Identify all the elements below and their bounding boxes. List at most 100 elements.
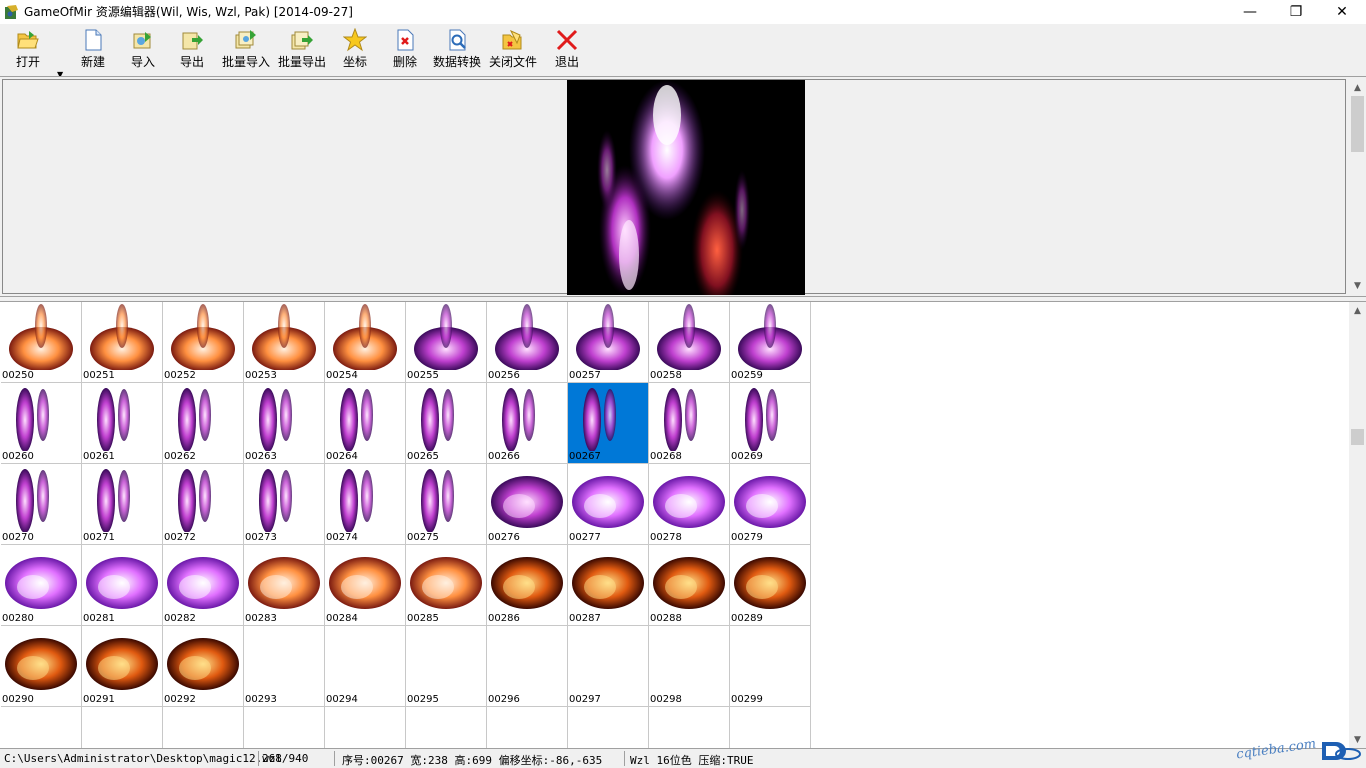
image-cell-empty[interactable]	[568, 707, 649, 748]
restore-button[interactable]: ❐	[1273, 0, 1319, 24]
image-cell[interactable]: 00253	[244, 302, 325, 383]
coordinate-button[interactable]: 坐标	[341, 28, 369, 74]
image-cell[interactable]: 00269	[730, 383, 811, 464]
exit-button[interactable]: 退出	[553, 28, 581, 74]
image-cell[interactable]: 00293	[244, 626, 325, 707]
image-thumbnail	[246, 304, 322, 371]
image-cell[interactable]: 00251	[82, 302, 163, 383]
image-cell[interactable]: 00290	[1, 626, 82, 707]
image-cell[interactable]: 00252	[163, 302, 244, 383]
image-cell[interactable]: 00279	[730, 464, 811, 545]
delete-button[interactable]: 删除	[391, 28, 419, 74]
image-cell[interactable]: 00285	[406, 545, 487, 626]
image-cell[interactable]: 00294	[325, 626, 406, 707]
image-cell[interactable]: 00274	[325, 464, 406, 545]
image-cell-index: 00284	[326, 613, 358, 624]
image-cell[interactable]: 00264	[325, 383, 406, 464]
image-cell[interactable]: 00270	[1, 464, 82, 545]
image-cell[interactable]: 00265	[406, 383, 487, 464]
image-cell[interactable]: 00256	[487, 302, 568, 383]
image-cell-empty[interactable]	[163, 707, 244, 748]
grid-scroll-up-arrow-icon[interactable]: ▲	[1349, 302, 1366, 319]
image-cell[interactable]: 00281	[82, 545, 163, 626]
image-cell[interactable]: 00284	[325, 545, 406, 626]
open-button[interactable]: 打开	[14, 28, 42, 74]
close-button[interactable]: ✕	[1319, 0, 1365, 24]
preview-canvas[interactable]	[2, 79, 1346, 295]
preview-scroll-thumb[interactable]	[1351, 96, 1364, 152]
open-button-label: 打开	[15, 55, 40, 69]
image-cell[interactable]: 00250	[1, 302, 82, 383]
export-button[interactable]: 导出	[178, 28, 206, 74]
image-cell[interactable]: 00255	[406, 302, 487, 383]
image-cell[interactable]: 00298	[649, 626, 730, 707]
image-cell[interactable]: 00266	[487, 383, 568, 464]
image-cell[interactable]: 00280	[1, 545, 82, 626]
image-thumbnail	[408, 547, 484, 613]
grid-scroll-thumb[interactable]	[1351, 429, 1364, 445]
image-cell[interactable]: 00286	[487, 545, 568, 626]
preview-vertical-scrollbar[interactable]: ▲ ▼	[1349, 79, 1366, 294]
image-cell[interactable]: 00289	[730, 545, 811, 626]
image-thumbnail	[84, 304, 160, 371]
image-thumbnail	[3, 304, 79, 371]
image-cell[interactable]: 00277	[568, 464, 649, 545]
image-cell-empty[interactable]	[82, 707, 163, 748]
grid-vertical-scrollbar[interactable]: ▲ ▼	[1349, 302, 1366, 748]
image-cell[interactable]: 00267	[568, 383, 649, 464]
image-cell[interactable]: 00258	[649, 302, 730, 383]
restore-icon: ❐	[1289, 4, 1303, 20]
close-file-button[interactable]: 关闭文件	[489, 28, 537, 74]
image-cell[interactable]: 00268	[649, 383, 730, 464]
image-cell[interactable]: 00295	[406, 626, 487, 707]
image-thumbnail	[327, 385, 403, 452]
image-cell-empty[interactable]	[487, 707, 568, 748]
image-cell[interactable]: 00287	[568, 545, 649, 626]
image-cell-empty[interactable]	[244, 707, 325, 748]
image-cell[interactable]: 00276	[487, 464, 568, 545]
image-cell-index: 00269	[731, 451, 763, 462]
image-cell-empty[interactable]	[649, 707, 730, 748]
image-cell[interactable]: 00272	[163, 464, 244, 545]
exit-button-label: 退出	[554, 55, 579, 69]
image-cell-index: 00273	[245, 532, 277, 543]
image-cell[interactable]: 00283	[244, 545, 325, 626]
image-cell[interactable]: 00288	[649, 545, 730, 626]
image-thumbnail	[570, 466, 646, 532]
image-cell[interactable]: 00259	[730, 302, 811, 383]
image-cell-empty[interactable]	[730, 707, 811, 748]
image-cell-empty[interactable]	[325, 707, 406, 748]
image-cell[interactable]: 00299	[730, 626, 811, 707]
image-cell[interactable]: 00278	[649, 464, 730, 545]
image-cell[interactable]: 00257	[568, 302, 649, 383]
image-cell-empty[interactable]	[406, 707, 487, 748]
scroll-down-arrow-icon[interactable]: ▼	[1349, 277, 1366, 294]
image-cell-index: 00286	[488, 613, 520, 624]
scroll-up-arrow-icon[interactable]: ▲	[1349, 79, 1366, 96]
image-cell[interactable]: 00297	[568, 626, 649, 707]
image-cell[interactable]: 00262	[163, 383, 244, 464]
image-cell-empty[interactable]	[1, 707, 82, 748]
batch-import-button[interactable]: 批量导入	[222, 28, 270, 74]
image-cell[interactable]: 00271	[82, 464, 163, 545]
image-cell[interactable]: 00296	[487, 626, 568, 707]
image-cell[interactable]: 00292	[163, 626, 244, 707]
status-divider	[624, 751, 625, 766]
image-thumbnail	[489, 304, 565, 371]
image-cell[interactable]: 00282	[163, 545, 244, 626]
new-button[interactable]: 新建	[79, 28, 107, 74]
image-cell[interactable]: 00263	[244, 383, 325, 464]
minimize-button[interactable]: —	[1227, 0, 1273, 24]
image-thumbnail	[732, 304, 808, 371]
image-cell[interactable]: 00260	[1, 383, 82, 464]
image-cell[interactable]: 00275	[406, 464, 487, 545]
image-cell[interactable]: 00261	[82, 383, 163, 464]
convert-button[interactable]: 数据转换	[433, 28, 481, 74]
image-cell[interactable]: 00291	[82, 626, 163, 707]
image-cell-index: 00277	[569, 532, 601, 543]
import-button[interactable]: 导入	[129, 28, 157, 74]
batch-export-button[interactable]: 批量导出	[278, 28, 326, 74]
image-thumbnail	[651, 385, 727, 452]
image-cell[interactable]: 00254	[325, 302, 406, 383]
image-cell[interactable]: 00273	[244, 464, 325, 545]
